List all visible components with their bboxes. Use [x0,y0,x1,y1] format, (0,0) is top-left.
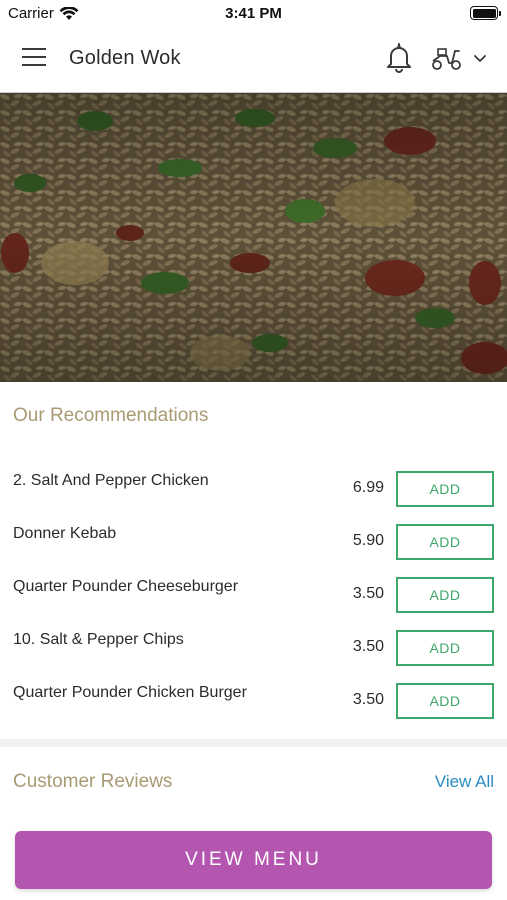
item-name: 2. Salt And Pepper Chicken [13,472,209,489]
hero-food-image [0,93,507,382]
list-item: Donner Kebab 5.90 ADD [0,513,507,566]
add-button[interactable]: ADD [396,683,494,719]
chevron-down-icon[interactable] [472,52,488,66]
list-item: Quarter Pounder Chicken Burger 3.50 ADD [0,672,507,725]
list-item: Quarter Pounder Cheeseburger 3.50 ADD [0,566,507,619]
list-item: 10. Salt & Pepper Chips 3.50 ADD [0,619,507,672]
list-item: 2. Salt And Pepper Chicken 6.99 ADD [0,460,507,513]
battery-icon [470,6,501,20]
recommendations-title: Our Recommendations [13,405,209,426]
item-price: 3.50 [352,638,384,655]
view-all-link[interactable]: View All [435,772,494,792]
add-button[interactable]: ADD [396,577,494,613]
hamburger-menu-icon[interactable] [22,48,48,68]
add-button[interactable]: ADD [396,630,494,666]
view-menu-button[interactable]: VIEW MENU [15,831,492,889]
notification-bell-icon[interactable] [384,42,414,74]
app-header: Golden Wok [0,26,507,93]
item-price: 3.50 [352,585,384,602]
restaurant-title: Golden Wok [69,47,181,69]
section-divider [0,739,507,747]
item-price: 5.90 [352,532,384,549]
delivery-scooter-icon[interactable] [430,46,464,72]
item-name: Donner Kebab [13,525,117,542]
add-button[interactable]: ADD [396,524,494,560]
reviews-title: Customer Reviews [13,771,173,792]
item-price: 3.50 [352,691,384,708]
item-name: 10. Salt & Pepper Chips [13,631,184,648]
status-time: 3:41 PM [225,5,282,22]
item-price: 6.99 [352,479,384,496]
recommendations-list: 2. Salt And Pepper Chicken 6.99 ADD Donn… [0,460,507,725]
item-name: Quarter Pounder Chicken Burger [13,684,247,701]
item-name: Quarter Pounder Cheeseburger [13,578,239,595]
add-button[interactable]: ADD [396,471,494,507]
status-bar: Carrier 3:41 PM [0,0,507,26]
